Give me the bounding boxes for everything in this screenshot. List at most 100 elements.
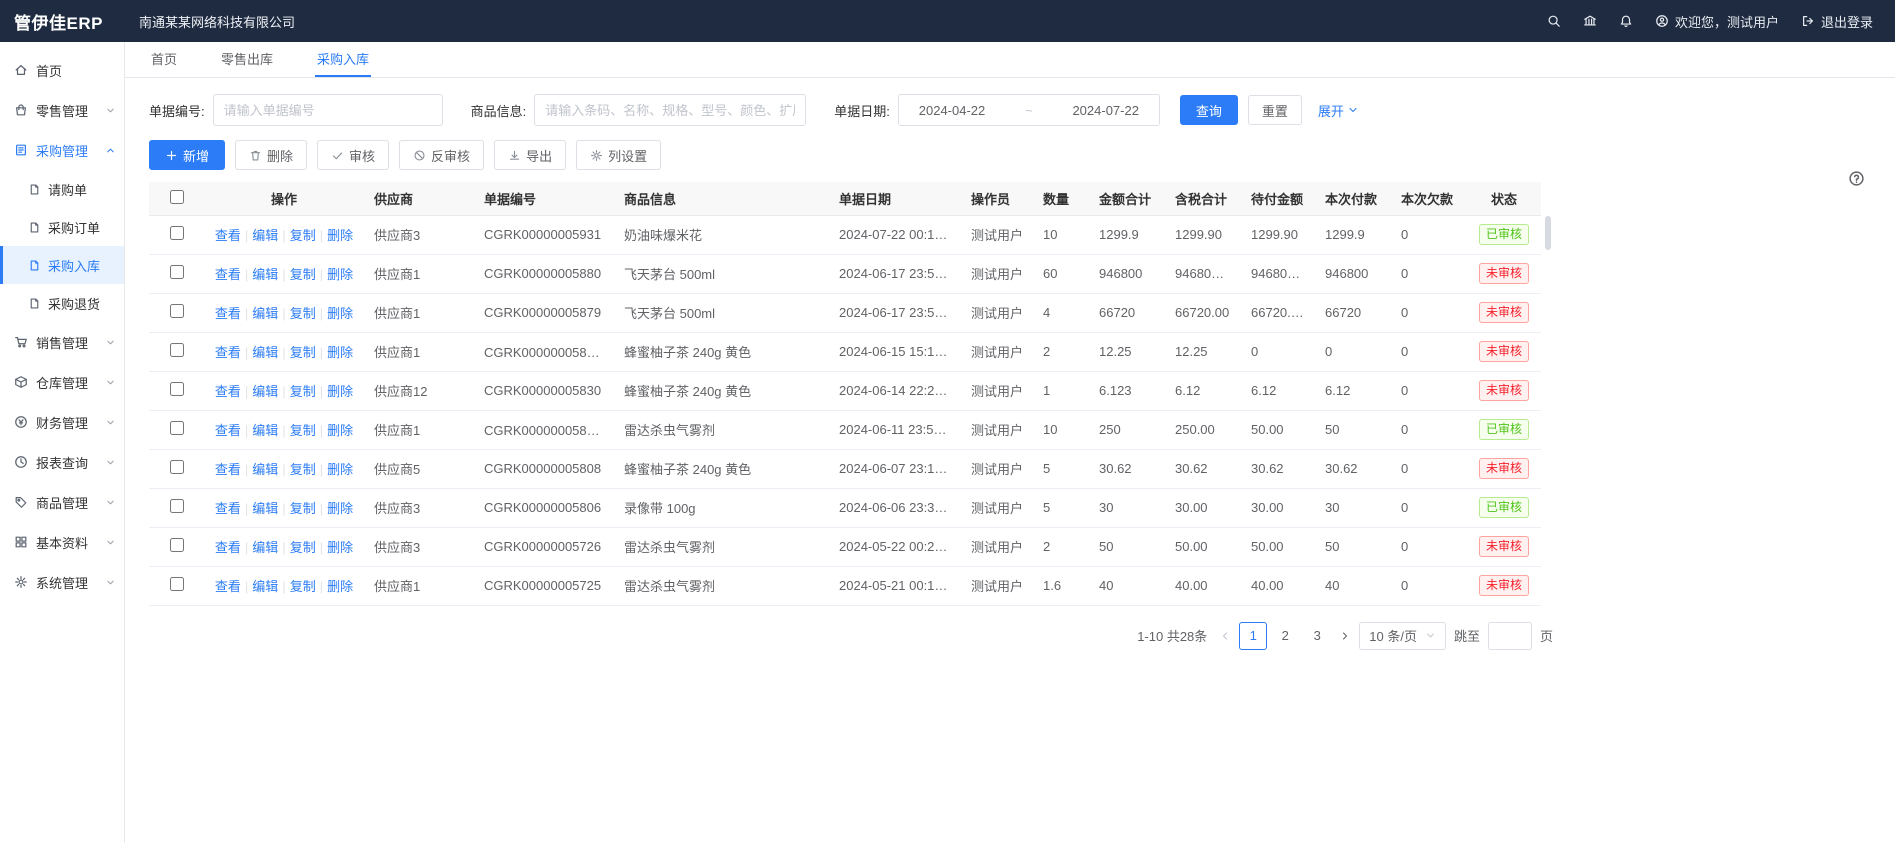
copy-link[interactable]: 复制 [290, 267, 316, 282]
view-link[interactable]: 查看 [215, 345, 241, 360]
edit-link[interactable]: 编辑 [252, 501, 278, 516]
edit-link[interactable]: 编辑 [252, 579, 278, 594]
view-link[interactable]: 查看 [215, 540, 241, 555]
edit-link[interactable]: 编辑 [252, 228, 278, 243]
reset-button[interactable]: 重置 [1248, 95, 1302, 125]
delete-link[interactable]: 删除 [327, 501, 353, 516]
prev-page-button[interactable] [1219, 630, 1231, 642]
copy-link[interactable]: 复制 [290, 423, 316, 438]
delete-button[interactable]: 删除 [235, 140, 307, 170]
sidebar-subitem-purchase-inbound[interactable]: 采购入库 [0, 246, 124, 284]
row-checkbox[interactable] [170, 382, 184, 396]
search-icon[interactable] [1547, 14, 1561, 28]
cell-supplier: 供应商1 [364, 293, 474, 332]
delete-link[interactable]: 删除 [327, 579, 353, 594]
view-link[interactable]: 查看 [215, 579, 241, 594]
edit-link[interactable]: 编辑 [252, 306, 278, 321]
page-size-select[interactable]: 10 条/页 [1359, 622, 1446, 650]
copy-link[interactable]: 复制 [290, 306, 316, 321]
page-button-3[interactable]: 3 [1303, 622, 1331, 650]
delete-link[interactable]: 删除 [327, 462, 353, 477]
bill-no-input[interactable] [213, 94, 443, 126]
copy-link[interactable]: 复制 [290, 345, 316, 360]
delete-link[interactable]: 删除 [327, 384, 353, 399]
tab-retail-outbound[interactable]: 零售出库 [219, 42, 275, 77]
page-button-1[interactable]: 1 [1239, 622, 1267, 650]
select-all-checkbox[interactable] [170, 190, 184, 204]
edit-link[interactable]: 编辑 [252, 345, 278, 360]
row-checkbox[interactable] [170, 538, 184, 552]
sidebar-item-warehouse[interactable]: 仓库管理 [0, 362, 124, 402]
table-scrollbar[interactable] [1545, 216, 1551, 604]
view-link[interactable]: 查看 [215, 501, 241, 516]
logout-button[interactable]: 退出登录 [1801, 12, 1873, 31]
audit-button[interactable]: 审核 [317, 140, 389, 170]
expand-link[interactable]: 展开 [1318, 101, 1359, 120]
sidebar-item-purchase[interactable]: 采购管理 [0, 130, 124, 170]
bell-icon[interactable] [1619, 14, 1633, 28]
view-link[interactable]: 查看 [215, 423, 241, 438]
edit-link[interactable]: 编辑 [252, 540, 278, 555]
delete-link[interactable]: 删除 [327, 306, 353, 321]
sidebar-subitem-purchase-request[interactable]: 请购单 [0, 170, 124, 208]
view-link[interactable]: 查看 [215, 228, 241, 243]
edit-link[interactable]: 编辑 [252, 384, 278, 399]
table-scrollbar-thumb[interactable] [1545, 216, 1551, 250]
sidebar-item-sales[interactable]: 销售管理 [0, 322, 124, 362]
copy-link[interactable]: 复制 [290, 579, 316, 594]
row-checkbox[interactable] [170, 343, 184, 357]
search-button[interactable]: 查询 [1180, 95, 1238, 125]
delete-link[interactable]: 删除 [327, 540, 353, 555]
view-link[interactable]: 查看 [215, 462, 241, 477]
bank-icon[interactable] [1583, 14, 1597, 28]
logout-icon [1801, 14, 1815, 28]
sidebar-item-basic-data[interactable]: 基本资料 [0, 522, 124, 562]
view-link[interactable]: 查看 [215, 267, 241, 282]
row-checkbox[interactable] [170, 577, 184, 591]
date-to[interactable]: 2024-07-22 [1072, 103, 1139, 118]
next-page-button[interactable] [1339, 630, 1351, 642]
export-button[interactable]: 导出 [494, 140, 566, 170]
welcome-user[interactable]: 欢迎您，测试用户 [1655, 12, 1779, 31]
sidebar-subitem-purchase-order[interactable]: 采购订单 [0, 208, 124, 246]
sidebar-item-retail[interactable]: 零售管理 [0, 90, 124, 130]
page-button-2[interactable]: 2 [1271, 622, 1299, 650]
delete-link[interactable]: 删除 [327, 345, 353, 360]
delete-link[interactable]: 删除 [327, 423, 353, 438]
copy-link[interactable]: 复制 [290, 384, 316, 399]
view-link[interactable]: 查看 [215, 306, 241, 321]
unaudit-button[interactable]: 反审核 [399, 140, 484, 170]
copy-link[interactable]: 复制 [290, 501, 316, 516]
column-settings-button[interactable]: 列设置 [576, 140, 661, 170]
cell-supplier: 供应商1 [364, 332, 474, 371]
row-checkbox[interactable] [170, 460, 184, 474]
add-button[interactable]: 新增 [149, 140, 225, 170]
edit-link[interactable]: 编辑 [252, 423, 278, 438]
sidebar-item-system[interactable]: 系统管理 [0, 562, 124, 602]
tab-purchase-inbound[interactable]: 采购入库 [315, 42, 371, 77]
date-from[interactable]: 2024-04-22 [919, 103, 986, 118]
sidebar-subitem-purchase-return[interactable]: 采购退货 [0, 284, 124, 322]
row-checkbox[interactable] [170, 499, 184, 513]
copy-link[interactable]: 复制 [290, 462, 316, 477]
edit-link[interactable]: 编辑 [252, 267, 278, 282]
view-link[interactable]: 查看 [215, 384, 241, 399]
row-checkbox[interactable] [170, 265, 184, 279]
sidebar-item-products[interactable]: 商品管理 [0, 482, 124, 522]
tab-home[interactable]: 首页 [149, 42, 179, 77]
row-checkbox[interactable] [170, 421, 184, 435]
help-icon[interactable] [1848, 170, 1865, 192]
product-input[interactable] [534, 94, 806, 126]
row-checkbox[interactable] [170, 304, 184, 318]
row-checkbox[interactable] [170, 226, 184, 240]
delete-link[interactable]: 删除 [327, 228, 353, 243]
sidebar-item-reports[interactable]: 报表查询 [0, 442, 124, 482]
sidebar-item-finance[interactable]: 财务管理 [0, 402, 124, 442]
jump-page-input[interactable] [1488, 622, 1532, 650]
copy-link[interactable]: 复制 [290, 228, 316, 243]
date-range-picker[interactable]: 2024-04-22 ~ 2024-07-22 [898, 94, 1160, 126]
copy-link[interactable]: 复制 [290, 540, 316, 555]
delete-link[interactable]: 删除 [327, 267, 353, 282]
sidebar-item-home[interactable]: 首页 [0, 50, 124, 90]
edit-link[interactable]: 编辑 [252, 462, 278, 477]
